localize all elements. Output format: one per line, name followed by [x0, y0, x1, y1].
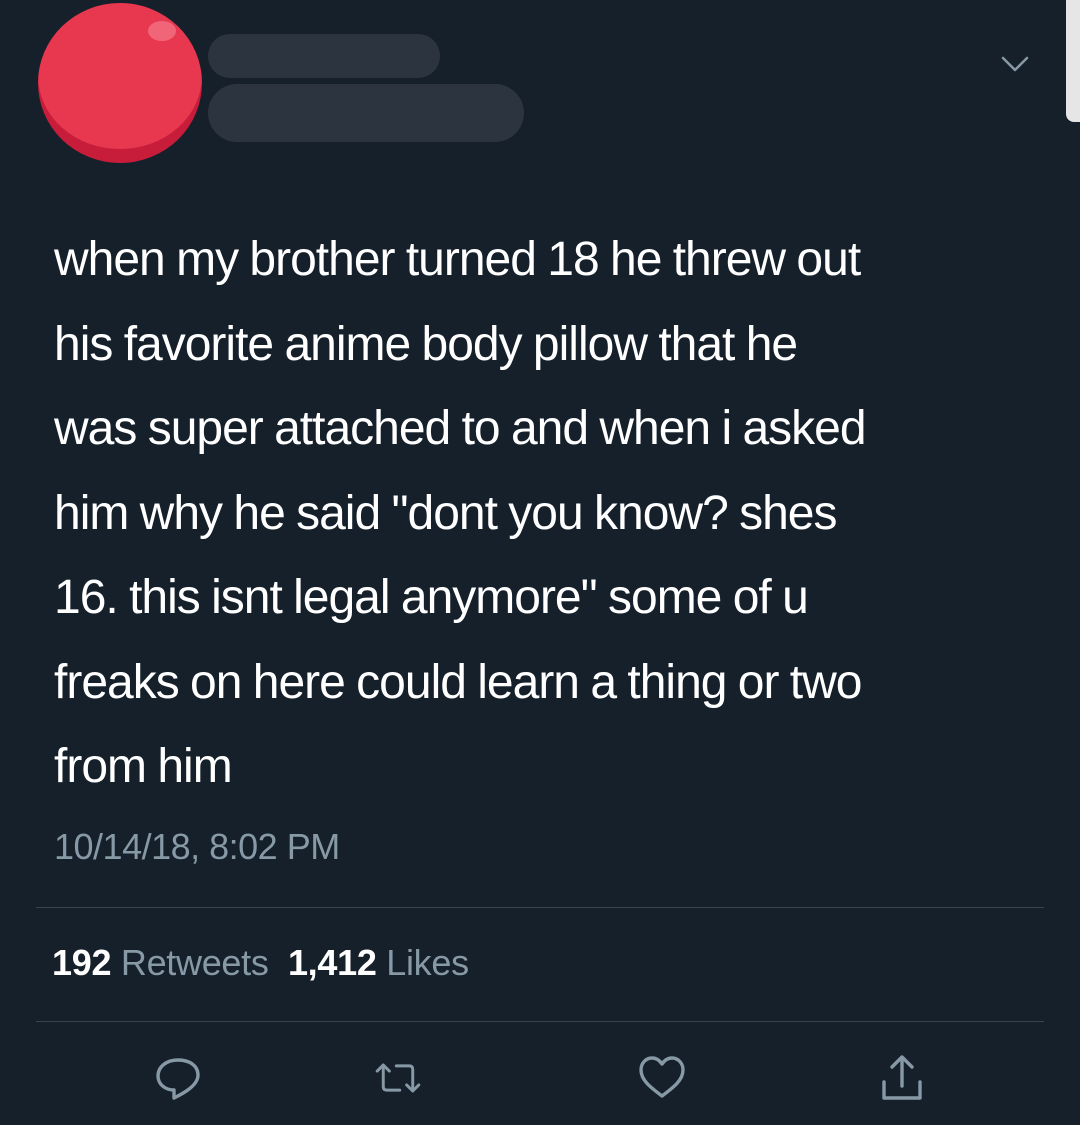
like-icon: [639, 1056, 685, 1098]
chevron-down-icon[interactable]: [1000, 54, 1030, 74]
divider: [36, 1021, 1044, 1022]
reply-button[interactable]: [150, 1050, 206, 1106]
reply-icon: [156, 1058, 200, 1100]
tweet-text: when my brother turned 18 he threw out h…: [54, 233, 867, 793]
like-button[interactable]: [634, 1050, 690, 1106]
username-redacted: [208, 84, 524, 142]
avatar[interactable]: [38, 3, 202, 163]
share-button[interactable]: [874, 1050, 930, 1106]
scrollbar[interactable]: [1066, 0, 1080, 122]
likes-label: Likes: [386, 942, 469, 983]
tweet-stats: 192 Retweets 1,412 Likes: [52, 942, 469, 984]
likes-stat[interactable]: 1,412 Likes: [288, 942, 469, 983]
share-icon: [882, 1055, 922, 1100]
tweet-detail: when my brother turned 18 he threw out h…: [0, 0, 1080, 1125]
display-name-redacted: [208, 34, 440, 78]
retweet-button[interactable]: [370, 1050, 426, 1106]
retweets-count: 192: [52, 942, 112, 983]
retweet-icon: [375, 1063, 421, 1093]
divider: [36, 907, 1044, 908]
avatar-highlight: [148, 21, 176, 41]
retweets-stat[interactable]: 192 Retweets: [52, 942, 269, 983]
tweet-timestamp[interactable]: 10/14/18, 8:02 PM: [54, 826, 340, 868]
avatar-face: [38, 3, 202, 149]
likes-count: 1,412: [287, 942, 377, 983]
retweets-label: Retweets: [120, 942, 269, 983]
